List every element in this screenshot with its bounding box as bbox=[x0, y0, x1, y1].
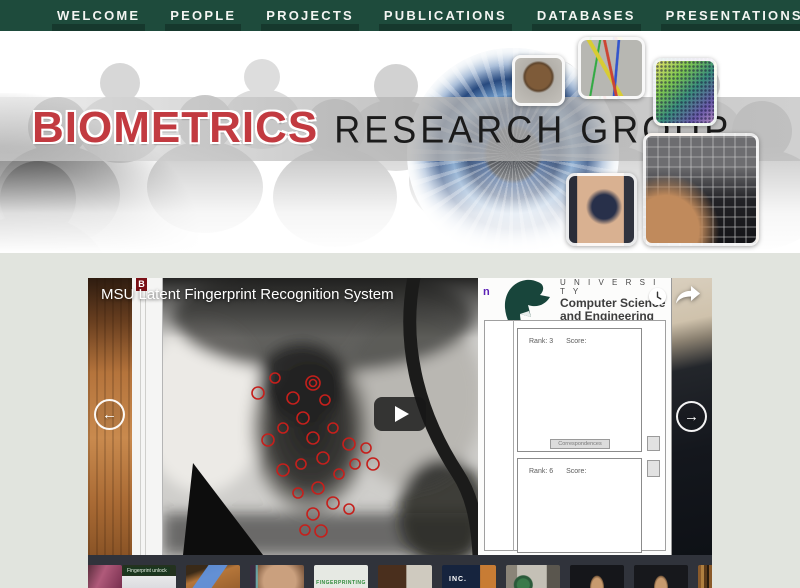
nav-item-people[interactable]: PEOPLE bbox=[155, 0, 251, 31]
next-arrow-icon: → bbox=[684, 408, 699, 425]
app-left-column: B bbox=[132, 278, 163, 555]
thumbnail-label: Fingerprint unlock bbox=[124, 567, 170, 575]
main-navigation: WELCOME PEOPLE PROJECTS PUBLICATIONS DAT… bbox=[0, 0, 800, 31]
rank-6-label: Rank: 6 bbox=[529, 468, 554, 475]
thumbnail-label: FINGERPRINTING bbox=[316, 580, 366, 586]
video-thumbnail-room-green-ring[interactable] bbox=[506, 565, 560, 588]
video-thumbnail-pink-figure[interactable] bbox=[88, 565, 122, 588]
results-divider bbox=[513, 320, 514, 551]
video-thumbnail-fingertip-1[interactable] bbox=[570, 565, 624, 588]
watch-later-icon[interactable] bbox=[649, 288, 666, 305]
score-3-label: Score: bbox=[566, 338, 587, 345]
video-thumbnail-strip: Fingerprint unlock FINGERPRINTING INC. bbox=[88, 555, 712, 588]
nav-item-presentations[interactable]: PRESENTATIONS bbox=[651, 0, 800, 31]
scroll-button-image-2 bbox=[647, 460, 660, 477]
nav-item-projects[interactable]: PROJECTS bbox=[251, 0, 369, 31]
result-panel-rank-6: Rank: 6 Score: bbox=[517, 458, 642, 553]
nav-item-databases[interactable]: DATABASES bbox=[522, 0, 651, 31]
carousel-prev-button[interactable]: ← bbox=[94, 399, 125, 430]
biometrics-research-group-page: WELCOME PEOPLE PROJECTS PUBLICATIONS DAT… bbox=[0, 0, 800, 588]
video-thumbnail-door-scene[interactable] bbox=[378, 565, 432, 588]
rank-3-label: Rank: 3 bbox=[529, 338, 554, 345]
nav-item-welcome[interactable]: WELCOME bbox=[42, 0, 155, 31]
video-thumbnail-finger-closeup[interactable] bbox=[250, 565, 304, 588]
video-thumbnail-fingertip-2[interactable] bbox=[634, 565, 688, 588]
video-thumbnail-fingerprint-unlock[interactable]: Fingerprint unlock bbox=[122, 565, 176, 588]
dotted-pattern-thumbnail bbox=[653, 58, 717, 126]
play-icon bbox=[394, 406, 409, 422]
site-title-biometrics: BIOMETRICS bbox=[32, 103, 319, 152]
banner: BIOMETRICS RESEARCH GROUP bbox=[0, 31, 800, 253]
video-thumbnail-card-on-desk[interactable] bbox=[186, 565, 240, 588]
nav-item-publications[interactable]: PUBLICATIONS bbox=[369, 0, 522, 31]
video-title: MSU Latent Fingerprint Recognition Syste… bbox=[101, 286, 394, 303]
carousel-next-button[interactable]: → bbox=[676, 401, 707, 432]
app-titlebar-text-fragment: n bbox=[483, 286, 490, 298]
tattoo-thumbnail bbox=[566, 173, 637, 246]
play-button[interactable] bbox=[374, 397, 426, 431]
thumbnail-label: INC. bbox=[449, 576, 467, 583]
face-3d-thumbnail bbox=[512, 55, 565, 106]
minutiae-map-thumbnail bbox=[578, 37, 645, 99]
video-thumbnail-inc-logo[interactable]: INC. bbox=[442, 565, 496, 588]
latent-fingerprint-image bbox=[163, 278, 478, 555]
share-icon[interactable] bbox=[675, 285, 701, 305]
scroll-button-image-1 bbox=[647, 436, 660, 451]
video-carousel: B n U N I V E R S I T Y Computer Science… bbox=[88, 278, 712, 588]
video-thumbnail-bookshelf[interactable] bbox=[698, 565, 712, 588]
site-title: BIOMETRICS RESEARCH GROUP bbox=[32, 103, 732, 153]
result-panel-rank-3: Rank: 3 Score: Correspondences bbox=[517, 328, 642, 452]
youtube-video-player[interactable]: B n U N I V E R S I T Y Computer Science… bbox=[88, 278, 712, 555]
keyboard-hands-thumbnail bbox=[643, 133, 759, 246]
correspondences-button-image: Correspondences bbox=[550, 439, 610, 449]
video-thumbnail-fingerprinting-sign[interactable]: FINGERPRINTING bbox=[314, 565, 368, 588]
score-6-label: Score: bbox=[566, 468, 587, 475]
prev-arrow-icon: ← bbox=[102, 406, 117, 423]
